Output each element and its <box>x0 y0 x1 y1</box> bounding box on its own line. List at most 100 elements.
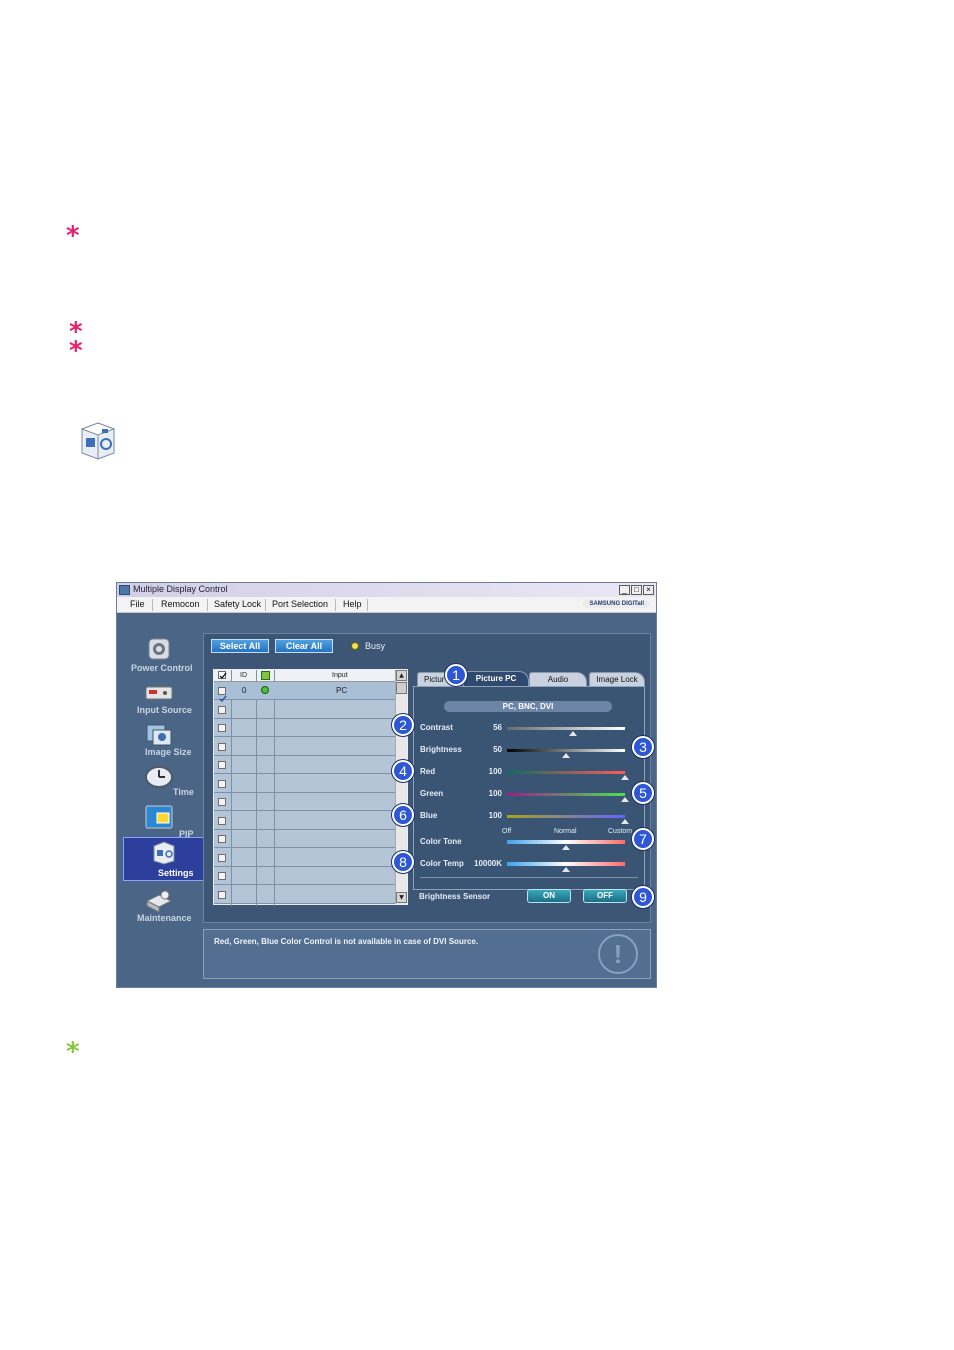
row-checkbox[interactable] <box>218 835 226 843</box>
green-slider[interactable] <box>507 793 625 796</box>
sidebar-item-maintenance[interactable]: Maintenance <box>123 887 207 927</box>
menu-bar: File Remocon Safety Lock Port Selection … <box>117 597 656 613</box>
blue-slider-thumb[interactable] <box>621 819 629 824</box>
red-slider-thumb[interactable] <box>621 775 629 780</box>
red-slider[interactable] <box>507 771 625 774</box>
callout-3: 3 <box>632 736 654 758</box>
column-header-id: ID <box>240 672 247 679</box>
table-row[interactable] <box>214 812 395 830</box>
brightness-slider[interactable] <box>507 749 625 752</box>
sensor-off-button[interactable]: OFF <box>583 889 627 903</box>
table-row[interactable] <box>214 775 395 793</box>
color-tone-slider-thumb[interactable] <box>562 845 570 850</box>
table-row[interactable] <box>214 886 395 904</box>
sidebar-item-input-source[interactable]: Input Source <box>123 679 207 719</box>
minimize-button[interactable]: _ <box>619 585 630 595</box>
menu-file[interactable]: File <box>130 599 145 609</box>
color-tone-option-custom: Custom <box>608 828 633 835</box>
color-tone-label: Color Tone <box>420 837 462 846</box>
select-all-button[interactable]: Select All <box>211 639 269 653</box>
sidebar-item-settings[interactable]: Settings <box>123 837 207 881</box>
contrast-slider[interactable] <box>507 727 625 730</box>
row-checkbox[interactable] <box>218 779 226 788</box>
color-tone-option-off: Off <box>502 828 512 835</box>
row-checkbox[interactable] <box>218 742 226 751</box>
status-panel: Red, Green, Blue Color Control is not av… <box>203 929 651 979</box>
busy-label: Busy <box>365 641 386 651</box>
sidebar-label: Settings <box>158 868 194 878</box>
scroll-down-icon[interactable]: ▼ <box>396 892 407 903</box>
row-checkbox[interactable] <box>218 761 226 769</box>
menu-remocon[interactable]: Remocon <box>161 599 200 609</box>
table-row[interactable] <box>214 756 395 774</box>
row-checkbox[interactable] <box>218 853 226 862</box>
menu-safety-lock[interactable]: Safety Lock <box>214 599 261 609</box>
contrast-slider-thumb[interactable] <box>569 731 578 736</box>
red-label: Red <box>420 767 436 776</box>
table-row[interactable] <box>214 830 395 848</box>
brand-logo: SAMSUNG DIGITall <box>583 600 650 608</box>
table-row[interactable] <box>214 738 395 756</box>
row-checkbox[interactable] <box>218 724 226 732</box>
callout-9: 9 <box>632 886 654 908</box>
contrast-label: Contrast <box>420 723 453 732</box>
row-status-icon <box>261 686 269 694</box>
tab-image-lock[interactable]: Image Lock <box>589 672 645 686</box>
note-asterisk-green: * <box>66 1037 80 1067</box>
color-tone-slider[interactable] <box>507 840 625 844</box>
row-checkbox[interactable] <box>218 798 226 806</box>
table-row[interactable]: 0 PC <box>214 682 395 703</box>
sidebar-item-image-size[interactable]: Image Size <box>123 721 207 761</box>
title-bar[interactable]: Multiple Display Control _ □ × <box>117 583 656 597</box>
grid-header: ID Input <box>214 670 395 682</box>
row-checkbox[interactable] <box>218 890 226 899</box>
table-row[interactable] <box>214 867 395 885</box>
callout-2: 2 <box>392 714 414 736</box>
blue-slider[interactable] <box>507 815 625 818</box>
table-row[interactable] <box>214 701 395 719</box>
table-row[interactable] <box>214 793 395 811</box>
menu-separator <box>152 599 153 611</box>
table-row[interactable] <box>214 719 395 737</box>
settings-cube-icon <box>153 841 175 865</box>
clear-all-button[interactable]: Clear All <box>275 639 333 653</box>
scroll-up-icon[interactable]: ▲ <box>396 670 407 681</box>
sidebar-label: Time <box>173 787 194 797</box>
row-checkbox[interactable] <box>218 816 226 825</box>
close-button[interactable]: × <box>643 585 654 595</box>
callout-4: 4 <box>392 760 414 782</box>
row-checkbox[interactable] <box>218 872 226 880</box>
tab-audio[interactable]: Audio <box>529 672 587 686</box>
red-value: 100 <box>488 767 502 776</box>
menu-help[interactable]: Help <box>343 599 362 609</box>
brightness-slider-thumb[interactable] <box>562 753 570 758</box>
row-checkbox[interactable] <box>218 687 227 703</box>
tab-picture-pc[interactable]: Picture PC <box>463 671 529 687</box>
scroll-thumb[interactable] <box>396 682 407 694</box>
window-title: Multiple Display Control <box>133 584 228 594</box>
green-label: Green <box>420 789 444 798</box>
menu-separator <box>367 599 368 611</box>
sensor-on-button[interactable]: ON <box>527 889 571 903</box>
select-all-checkbox[interactable] <box>218 671 227 679</box>
maximize-button[interactable]: □ <box>631 585 642 595</box>
mdc-window: Multiple Display Control _ □ × File Remo… <box>116 582 657 988</box>
note-asterisk-1: * <box>66 221 80 251</box>
color-tone-option-normal: Normal <box>554 828 577 835</box>
input-source-icon <box>145 686 173 700</box>
color-temp-slider[interactable] <box>507 862 625 866</box>
clock-icon <box>145 766 173 788</box>
green-slider-thumb[interactable] <box>621 797 629 802</box>
image-size-icon <box>146 724 172 746</box>
row-checkbox[interactable] <box>218 705 226 714</box>
brightness-sensor-label: Brightness Sensor <box>419 892 491 901</box>
table-row[interactable] <box>214 849 395 867</box>
note-asterisk-3: * <box>69 336 83 366</box>
color-temp-slider-thumb[interactable] <box>562 867 570 872</box>
color-temp-label: Color Temp <box>420 859 464 868</box>
sidebar-item-power-control[interactable]: Power Control <box>123 635 207 675</box>
green-value: 100 <box>488 789 502 798</box>
sidebar-item-time[interactable]: Time <box>123 763 207 803</box>
brightness-value: 50 <box>493 745 502 754</box>
menu-port-selection[interactable]: Port Selection <box>272 599 328 609</box>
